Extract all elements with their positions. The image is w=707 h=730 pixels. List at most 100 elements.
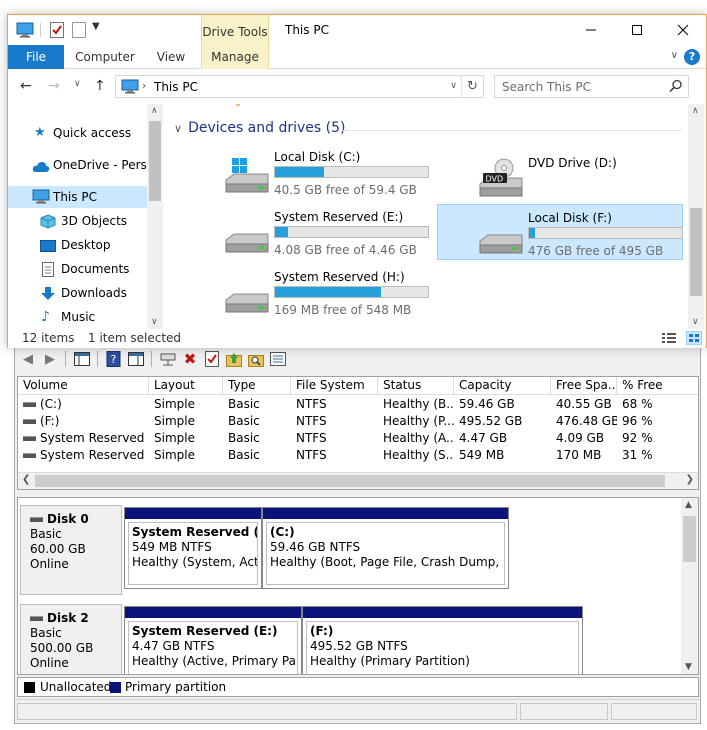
column-header[interactable]: Capacity: [454, 377, 551, 395]
search-input[interactable]: [495, 76, 665, 97]
volume-disk-icon: [23, 436, 36, 441]
folder-up-icon[interactable]: [225, 350, 243, 368]
nav-item-this-pc[interactable]: This PC: [8, 186, 147, 208]
partition-bar: [125, 508, 261, 519]
breadcrumb-chevron-icon[interactable]: ›: [142, 79, 146, 92]
scroll-up-icon[interactable]: ∧: [692, 106, 699, 116]
drive-tile-e[interactable]: System Reserved (E:) 4.08 GB free of 4.4…: [184, 204, 430, 260]
partition-c[interactable]: (C:) 59.46 GB NTFS Healthy (Boot, Page F…: [262, 507, 509, 589]
checklist-icon[interactable]: [203, 350, 221, 368]
scroll-down-icon[interactable]: ▼: [685, 662, 692, 672]
column-header[interactable]: % Free: [617, 377, 698, 395]
partition-system-reserved-e[interactable]: System Reserved (E:) 4.47 GB NTFS Health…: [124, 606, 302, 674]
tab-view[interactable]: View: [144, 45, 198, 69]
scrollbar-thumb[interactable]: [149, 121, 161, 201]
nav-item-onedrive[interactable]: OneDrive - Person: [8, 154, 147, 176]
partition-system-reserved-h[interactable]: System Reserved (H:) 549 MB NTFS Healthy…: [124, 507, 262, 589]
drive-tile-h[interactable]: System Reserved (H:) 169 MB free of 548 …: [184, 264, 430, 320]
connect-drive-icon[interactable]: [159, 350, 177, 368]
search-box[interactable]: [494, 75, 689, 98]
console-tree-icon[interactable]: [73, 350, 91, 368]
disk-0-label[interactable]: Disk 0 Basic 60.00 GB Online: [20, 505, 122, 595]
column-header[interactable]: Type: [223, 377, 291, 395]
collapse-chevron-icon[interactable]: ∨: [174, 122, 182, 135]
column-header[interactable]: Layout: [149, 377, 223, 395]
scroll-up-icon[interactable]: ∧: [151, 106, 158, 116]
close-button[interactable]: [660, 15, 706, 45]
nav-item-downloads[interactable]: Downloads: [8, 282, 147, 304]
drive-tile-c[interactable]: Local Disk (C:) 40.5 GB free of 59.4 GB: [184, 144, 430, 200]
vertical-scrollbar[interactable]: ▲ ▼: [681, 498, 698, 674]
up-button[interactable]: ↑: [94, 78, 106, 94]
title-bar[interactable]: ▼ Drive Tools This PC: [8, 15, 706, 45]
table-row[interactable]: (F:) Simple Basic NTFS Healthy (P... 495…: [18, 413, 698, 430]
nav-item-quick-access[interactable]: ★ Quick access: [8, 122, 147, 144]
details-view-icon[interactable]: [662, 332, 676, 347]
usage-bar: [274, 226, 429, 238]
drive-tile-f[interactable]: Local Disk (F:) 476 GB free of 495 GB: [437, 204, 683, 260]
window-title: This PC: [285, 23, 329, 37]
group-header-devices-and-drives[interactable]: ∨ Devices and drives (5): [174, 120, 345, 136]
maximize-button[interactable]: [614, 15, 660, 45]
forward-button[interactable]: →: [48, 78, 60, 94]
nav-item-desktop[interactable]: Desktop: [8, 234, 147, 256]
item-count: 12 items: [22, 331, 75, 345]
customize-qat-icon[interactable]: ▼: [92, 21, 100, 32]
nav-pane-scrollbar[interactable]: ∧ ∨: [147, 104, 163, 329]
search-icon[interactable]: [669, 79, 683, 96]
minimize-button[interactable]: [568, 15, 614, 45]
refresh-icon[interactable]: ↻: [461, 76, 483, 97]
selection-count: 1 item selected: [88, 331, 182, 345]
column-header[interactable]: Free Spa...: [551, 377, 617, 395]
scrollbar-thumb[interactable]: [35, 475, 665, 487]
partition-bar: [125, 607, 301, 618]
address-dropdown-icon[interactable]: ∨: [450, 81, 457, 91]
scrollbar-thumb[interactable]: [690, 208, 702, 296]
table-row[interactable]: System Reserved (... Simple Basic NTFS H…: [18, 430, 698, 447]
scroll-left-icon[interactable]: ❮: [22, 474, 30, 485]
column-header[interactable]: Status: [378, 377, 454, 395]
back-arrow-icon[interactable]: ◀: [19, 350, 37, 368]
address-bar[interactable]: › This PC ∨ ↻: [115, 75, 484, 98]
scrollbar-thumb[interactable]: [683, 516, 696, 562]
scroll-right-icon[interactable]: ❯: [686, 474, 694, 485]
recent-locations-icon[interactable]: ∨: [74, 79, 81, 89]
scroll-up-icon[interactable]: ▲: [685, 500, 692, 510]
scroll-down-icon[interactable]: ∨: [692, 317, 699, 327]
help-book-icon[interactable]: ?: [105, 350, 123, 368]
forward-arrow-icon[interactable]: ▶: [41, 350, 59, 368]
computer-icon[interactable]: [16, 22, 34, 41]
tab-manage[interactable]: Manage: [201, 45, 269, 69]
scroll-down-icon[interactable]: ∨: [151, 317, 158, 327]
column-header[interactable]: Volume: [18, 377, 149, 395]
breadcrumb[interactable]: This PC: [154, 80, 198, 94]
disk-2-label[interactable]: Disk 2 Basic 500.00 GB Online: [20, 604, 122, 674]
partition-legend: Unallocated Primary partition: [17, 677, 699, 697]
table-row[interactable]: System Reserved (... Simple Basic NTFS H…: [18, 447, 698, 464]
cube-icon: [40, 214, 56, 229]
list-view-icon[interactable]: [269, 350, 287, 368]
legend-primary: Primary partition: [125, 680, 227, 694]
tab-file[interactable]: File: [8, 45, 64, 69]
drive-tile-d[interactable]: DVD DVD Drive (D:): [438, 144, 684, 200]
content-scrollbar[interactable]: ∧ ∨: [688, 104, 704, 329]
disk-management-window: ◀ ▶ ? ✖ Volume Layout Type File System S…: [14, 330, 701, 724]
partition-f[interactable]: (F:) 495.52 GB NTFS Healthy (Primary Par…: [302, 606, 583, 674]
large-icons-view-icon[interactable]: [686, 331, 702, 345]
properties-pane-icon[interactable]: [127, 350, 145, 368]
tab-computer[interactable]: Computer: [70, 45, 140, 69]
help-icon[interactable]: ?: [684, 49, 700, 65]
expand-ribbon-icon[interactable]: ∨: [671, 50, 678, 61]
column-header[interactable]: File System: [291, 377, 378, 395]
new-folder-icon[interactable]: [72, 22, 86, 41]
delete-x-icon[interactable]: ✖: [181, 350, 199, 368]
nav-item-3d-objects[interactable]: 3D Objects: [8, 210, 147, 232]
back-button[interactable]: ←: [20, 78, 32, 94]
properties-check-icon[interactable]: [50, 22, 64, 41]
status-bar: 12 items 1 item selected: [8, 329, 706, 348]
search-folder-icon[interactable]: [247, 350, 265, 368]
table-row[interactable]: (C:) Simple Basic NTFS Healthy (B... 59.…: [18, 396, 698, 413]
nav-item-music[interactable]: ♪ Music: [8, 306, 147, 328]
nav-item-documents[interactable]: Documents: [8, 258, 147, 280]
horizontal-scrollbar[interactable]: ❮ ❯: [18, 472, 698, 489]
